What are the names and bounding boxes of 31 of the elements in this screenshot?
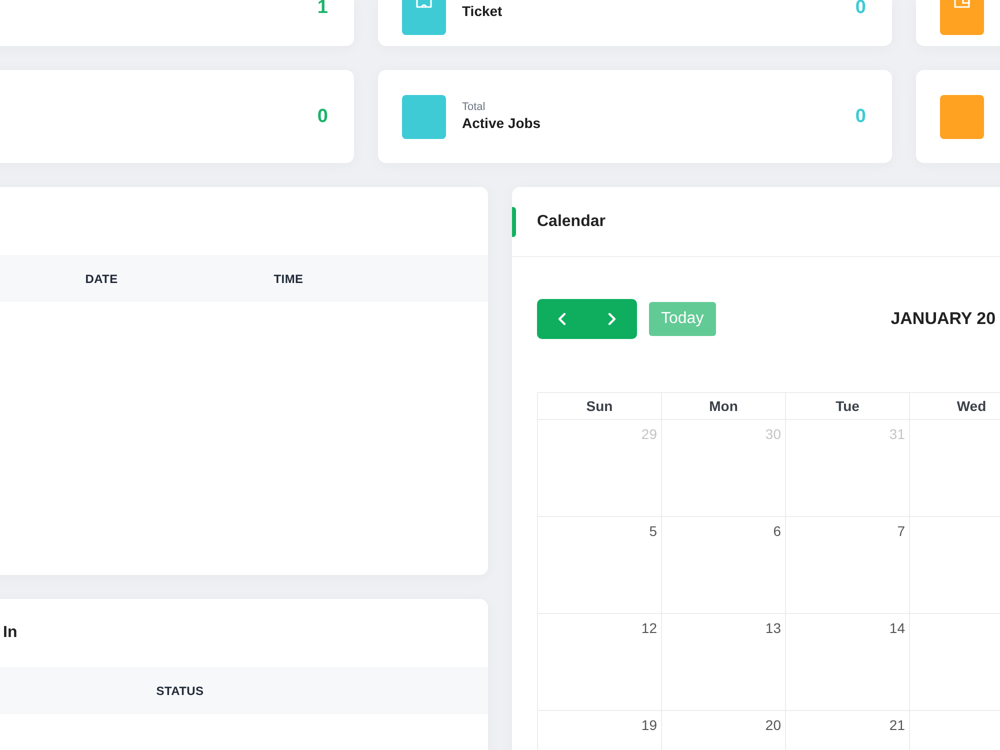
day-cell[interactable]: 19 (538, 711, 662, 750)
column-header: STATUS (156, 684, 204, 698)
stat-value: 0 (855, 0, 866, 16)
stat-value: 1 (317, 0, 328, 16)
prev-button[interactable] (537, 299, 587, 339)
chevron-right-icon (608, 313, 616, 325)
weekday-header: Tue (786, 393, 910, 420)
stat-value: 0 (855, 106, 866, 128)
next-button[interactable] (587, 299, 637, 339)
weekday-header: Mon (662, 393, 786, 420)
weekday-header: Sun (538, 393, 662, 420)
day-cell[interactable]: 5 (538, 517, 662, 614)
stat-title: Ticket (462, 2, 502, 21)
day-cell[interactable]: 20 (662, 711, 786, 750)
day-cell[interactable]: 6 (662, 517, 786, 614)
column-header: TIME (274, 272, 304, 286)
card-title: In (3, 624, 18, 642)
stat-caption: Total (462, 100, 486, 114)
day-cell[interactable]: 21 (786, 711, 910, 750)
calendar-title: Calendar (537, 212, 606, 230)
day-cell[interactable]: 7 (786, 517, 910, 614)
stat-value: 0 (317, 106, 328, 128)
day-cell[interactable]: 13 (662, 614, 786, 711)
chevron-left-icon (558, 313, 566, 325)
day-cell[interactable]: 14 (786, 614, 910, 711)
accent-bar (512, 206, 516, 236)
stat-title: Active Jobs (462, 114, 541, 133)
column-header: DATE (85, 272, 118, 286)
month-title: JANUARY 20 (890, 309, 996, 329)
weekday-header: Wed (910, 393, 1000, 420)
day-cell[interactable]: 12 (538, 614, 662, 711)
